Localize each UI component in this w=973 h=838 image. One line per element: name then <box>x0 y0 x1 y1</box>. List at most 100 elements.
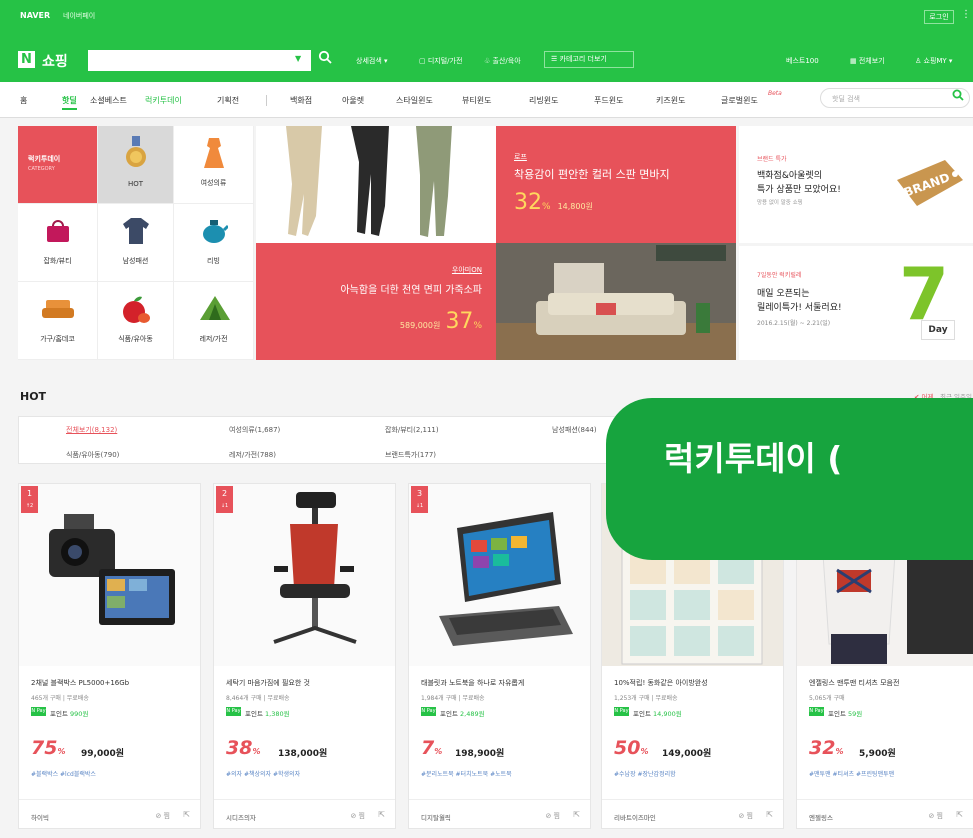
check-circle-icon: ⊘ <box>545 812 554 820</box>
filter-all[interactable]: 전체보기(8,132) <box>66 425 117 435</box>
sofa-percent-unit: % <box>473 321 482 331</box>
filter-brand[interactable]: 브랜드특가(177) <box>385 450 436 460</box>
best100-link[interactable]: 베스트100 <box>786 56 819 66</box>
filter-men[interactable]: 남성패션(844) <box>552 425 597 435</box>
gnb-style-window[interactable]: 스타일윈도 <box>396 95 433 106</box>
gnb-food-window[interactable]: 푸드윈도 <box>594 95 623 106</box>
share-icon[interactable]: ⇱ <box>378 810 385 819</box>
product-discount: 7% <box>421 737 442 759</box>
product-tags[interactable]: #의자 #책상의자 #학생의자 <box>226 769 300 778</box>
pants-banner[interactable]: 로프 착용감이 편안한 컬러 스판 면바지 32% 14,800원 <box>496 126 736 243</box>
my-shopping-link[interactable]: ♙ 쇼핑MY ▾ <box>915 56 952 66</box>
sofa-banner[interactable]: 우아미ON 아늑함을 더한 천연 면피 가죽소파 589,000원 37% <box>256 243 496 360</box>
seller-name[interactable]: 엔젤링스 <box>809 812 833 822</box>
gnb-kids-window[interactable]: 키즈윈도 <box>656 95 685 106</box>
product-sub: 1,984개 구매 | 무료배송 <box>421 695 485 702</box>
category-food[interactable]: 식품/유아동 <box>98 282 174 360</box>
filter-leisure[interactable]: 레저/가전(788) <box>229 450 276 460</box>
dashcam-image <box>49 514 175 625</box>
sofa-banner-image[interactable] <box>496 243 736 360</box>
seller-name[interactable]: 하이빅 <box>31 812 49 822</box>
share-icon[interactable]: ⇱ <box>183 810 190 819</box>
category-more-button[interactable]: ☰ 카테고리 더보기 <box>544 51 634 68</box>
gnb-department[interactable]: 백화점 <box>290 95 312 106</box>
gnb-lucky-today[interactable]: 럭키투데이 <box>145 95 182 106</box>
discount-unit: % <box>434 747 443 756</box>
gnb-hotdeal[interactable]: 핫딜 <box>62 95 77 110</box>
user-icon: ♙ <box>915 57 924 65</box>
category-leisure[interactable]: 레저/가전 <box>174 282 254 360</box>
wishlist-button[interactable]: ⊘ 찜 <box>545 811 560 821</box>
lucky-today-overlay-text: 럭키투데이 ( <box>664 439 843 478</box>
product-tags[interactable]: #분리노트북 #터치노트북 #노트북 <box>421 769 512 778</box>
share-icon[interactable]: ⇱ <box>766 810 773 819</box>
wishlist-button[interactable]: ⊘ 찜 <box>928 811 943 821</box>
shopping-logo-icon[interactable]: N <box>18 51 35 68</box>
relay-line2: 릴레이특가! 서둘러요! <box>757 303 842 313</box>
nav-baby[interactable]: ♧ 출산/육아 <box>484 56 521 66</box>
list-icon: ☰ <box>551 55 560 63</box>
naver-pay-link[interactable]: 네이버페이 <box>63 11 95 21</box>
gnb-beauty-window[interactable]: 뷰티윈도 <box>462 95 491 106</box>
grid-dots-icon[interactable]: ⋮⋮ <box>961 9 973 20</box>
category-title: 럭키투데이 <box>28 155 61 163</box>
category-furniture[interactable]: 가구/홈데코 <box>18 282 98 360</box>
point-label: 포인트 <box>633 710 651 718</box>
filter-women[interactable]: 여성의류(1,687) <box>229 425 280 435</box>
shopping-logo-text[interactable]: 쇼핑 <box>42 51 68 71</box>
gnb-home[interactable]: 홈 <box>20 95 27 106</box>
seller-name[interactable]: 디지탈월릭 <box>421 812 451 822</box>
check-circle-icon: ⊘ <box>738 812 747 820</box>
sofa-icon <box>42 300 74 318</box>
gnb-social-best[interactable]: 소셜베스트 <box>90 95 127 106</box>
hotdeal-search-placeholder: 핫딜 검색 <box>832 95 860 103</box>
product-tags[interactable]: #수납장 #장난감정리함 <box>614 769 676 778</box>
wishlist-button[interactable]: ⊘ 찜 <box>350 811 365 821</box>
card-footer: 시디즈의자 ⊘ 찜 ⇱ <box>214 799 395 830</box>
nav-digital[interactable]: ▢ 디지털/가전 <box>419 56 462 66</box>
login-button[interactable]: 로그인 <box>924 10 954 24</box>
seller-name[interactable]: 리바트이즈마인 <box>614 812 656 822</box>
search-dropdown-icon[interactable]: ▼ <box>295 54 301 63</box>
relay-banner[interactable]: 7일동안 럭키릴레 매일 오픈되는 릴레이특가! 서둘러요! 2016.2.15… <box>739 246 973 360</box>
search-icon[interactable] <box>318 50 332 68</box>
seller-name[interactable]: 시디즈의자 <box>226 812 256 822</box>
wishlist-button[interactable]: ⊘ 찜 <box>155 811 170 821</box>
category-living[interactable]: 리빙 <box>174 204 254 282</box>
share-icon[interactable]: ⇱ <box>956 810 963 819</box>
nav-baby-label: 출산/육아 <box>492 57 521 65</box>
apple-icon <box>123 296 150 323</box>
category-women[interactable]: 여성의류 <box>174 126 254 204</box>
view-all-link[interactable]: ▦ 전체보기 <box>850 56 885 66</box>
category-label: 식품/유아동 <box>118 335 153 343</box>
filter-accessory[interactable]: 잡화/뷰티(2,111) <box>385 425 439 435</box>
gnb-outlet[interactable]: 아울렛 <box>342 95 364 106</box>
pants-banner-image[interactable] <box>256 126 496 243</box>
search-input[interactable] <box>88 50 311 71</box>
product-card[interactable]: 2 ↓1 세탁기 마음가짐에 필요한 것 8,464개 구매 | 무료배송 N P… <box>213 483 396 829</box>
gnb-exhibition[interactable]: 기획전 <box>217 95 239 106</box>
product-card[interactable]: 3 ↓1 태블릿과 노트북을 하나로 자유롭게 1,984개 구매 | 무료배송 … <box>408 483 591 829</box>
view-all-label: 전체보기 <box>858 57 885 65</box>
npay-badge: N Pay <box>31 707 46 716</box>
category-hot[interactable]: HOT <box>98 126 174 204</box>
category-men[interactable]: 남성패션 <box>98 204 174 282</box>
product-name: 태블릿과 노트북을 하나로 자유롭게 <box>421 679 525 687</box>
share-icon[interactable]: ⇱ <box>573 810 580 819</box>
category-header: 럭키투데이 CATEGORY <box>18 126 98 204</box>
gnb-global-window[interactable]: 글로벌윈도 <box>721 95 758 106</box>
detail-search-link[interactable]: 상세검색 ▾ <box>356 56 388 66</box>
rank-change: ↓1 <box>415 503 424 509</box>
product-tags[interactable]: #맨투맨 #티셔츠 #프린팅맨투맨 <box>809 769 894 778</box>
product-discount: 32% <box>809 737 843 759</box>
search-icon[interactable] <box>952 89 964 104</box>
gnb-living-window[interactable]: 리빙윈도 <box>529 95 558 106</box>
naver-logo[interactable]: NAVER <box>20 11 50 20</box>
filter-food[interactable]: 식품/유아동(790) <box>66 450 119 460</box>
brand-banner[interactable]: 브랜드 특가 백화점&아울렛의 특가 상품만 모았어요! 망용 없이 말중 쇼핑… <box>739 126 973 243</box>
grid-icon: ▦ <box>850 57 859 65</box>
product-tags[interactable]: #블랙박스 #lcd블랙박스 <box>31 769 96 778</box>
wishlist-button[interactable]: ⊘ 찜 <box>738 811 753 821</box>
product-card[interactable]: 1 ↑2 2채널 블랙박스 PL5000+16Gb 465개 구매 | 무료배송 … <box>18 483 201 829</box>
category-accessory[interactable]: 잡화/뷰티 <box>18 204 98 282</box>
